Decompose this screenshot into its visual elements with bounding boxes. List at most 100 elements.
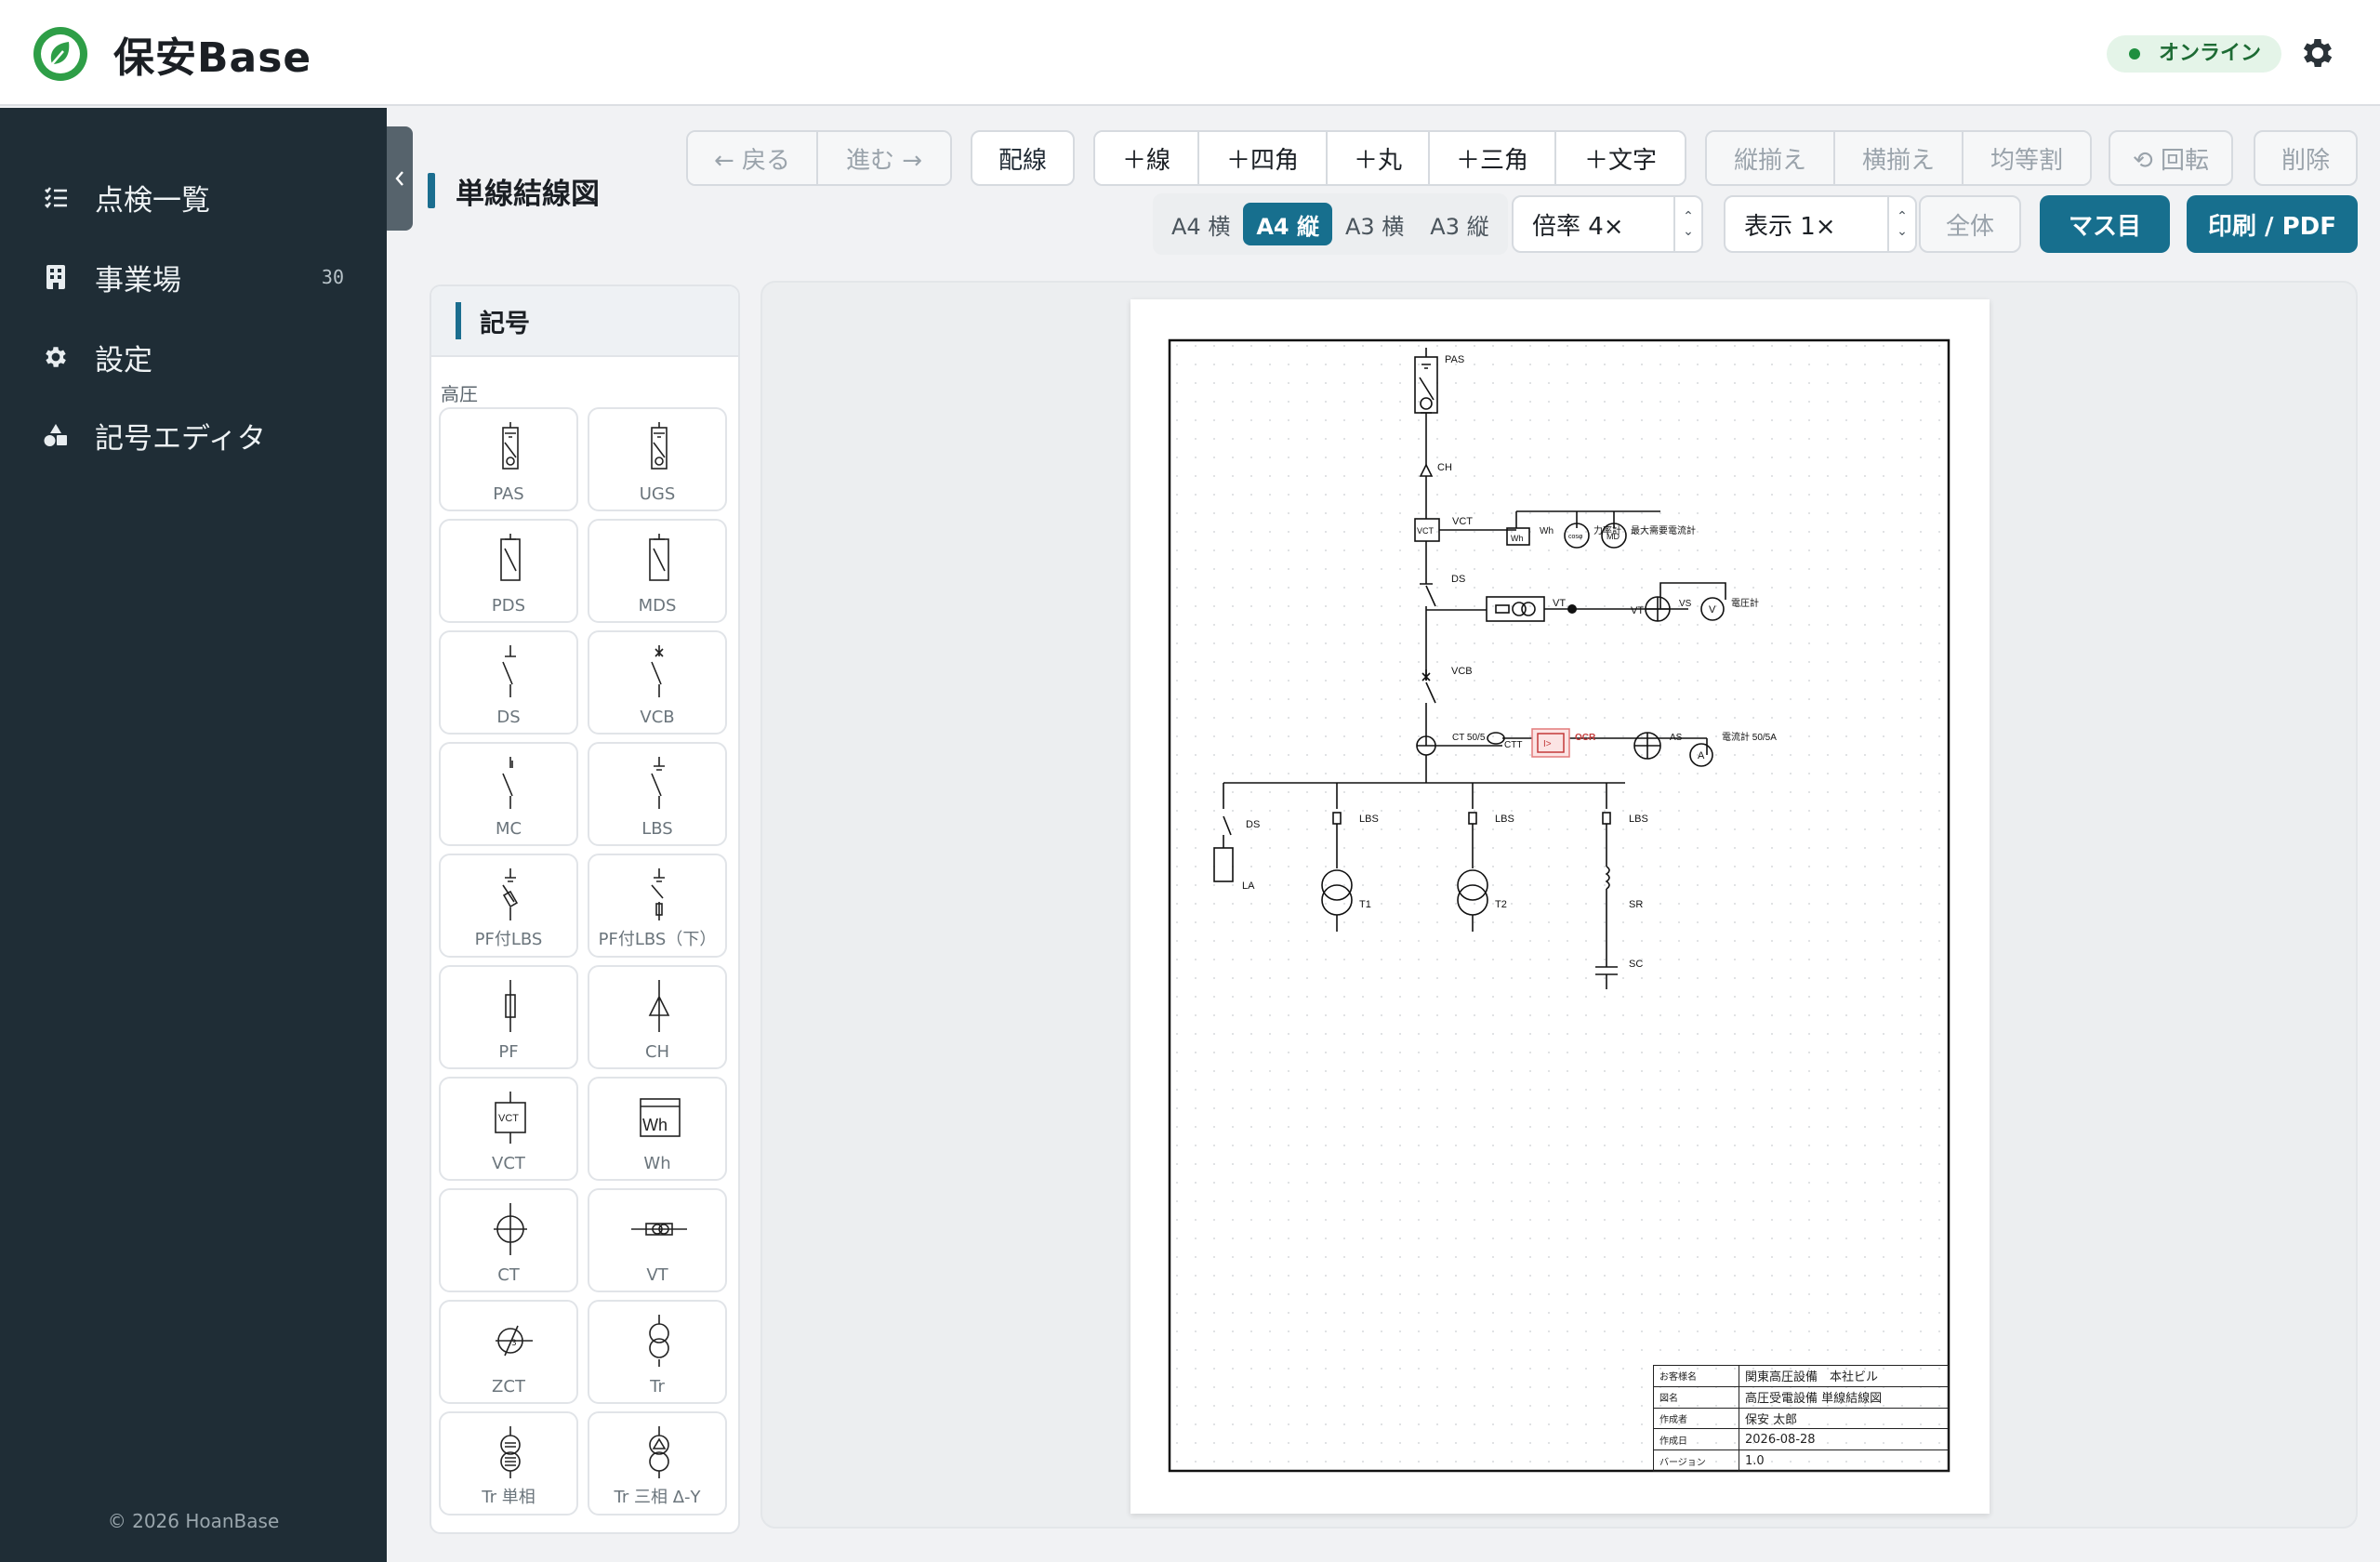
symbol-card[interactable]: CH — [588, 965, 727, 1069]
symbol-label: MC — [495, 819, 522, 839]
grid-toggle-button[interactable]: マス目 — [2040, 195, 2170, 253]
title-block-key: 作成者 — [1653, 1407, 1739, 1430]
settings-gear-icon[interactable] — [2298, 33, 2337, 73]
label-as: AS — [1670, 733, 1683, 743]
paper-option-a3-portrait[interactable]: A3 縦 — [1417, 203, 1501, 245]
add-triangle-button[interactable]: ＋三角 — [1430, 132, 1556, 184]
top-bar: 保安Base オンライン — [0, 0, 2380, 106]
sites-count-badge: 30 — [321, 266, 344, 288]
label-vct: VCT — [1452, 516, 1473, 527]
display-stepper[interactable]: 表示 1× ⌃ ⌄ — [1724, 195, 1917, 253]
sidebar-item-symbol-editor[interactable]: 記号エディタ — [0, 402, 387, 469]
symbol-card[interactable]: LBS — [588, 742, 727, 846]
paper-option-a3-landscape[interactable]: A3 横 — [1332, 203, 1417, 245]
symbol-card[interactable]: DS — [439, 630, 578, 735]
symbol-card[interactable]: Tr 三相 Δ-Y — [588, 1411, 727, 1516]
symbol-card[interactable]: Tr 単相 — [439, 1411, 578, 1516]
symbol-glyph-icon — [651, 868, 665, 920]
history-group: ← 戻る 進む → — [686, 130, 952, 186]
scale-stepper[interactable]: 倍率 4× ⌃ ⌄ — [1512, 195, 1703, 253]
forward-button[interactable]: 進む → — [818, 132, 950, 184]
symbol-card[interactable]: Wh Wh — [588, 1077, 727, 1181]
symbol-label: Wh — [643, 1154, 671, 1173]
sidebar-item-sites[interactable]: 事業場 30 — [0, 244, 387, 311]
sidebar-collapse-button[interactable] — [387, 126, 413, 231]
stepper-arrows-icon[interactable]: ⌃ ⌄ — [1673, 197, 1701, 251]
symbol-card[interactable]: MDS — [588, 519, 727, 623]
title-block-value: 保安 太郎 — [1739, 1407, 1949, 1430]
label-ctt: CTT — [1504, 740, 1522, 750]
table-row: 図名 高圧受電設備 単線結線図 — [1653, 1385, 1949, 1409]
add-circle-button[interactable]: ＋丸 — [1328, 132, 1430, 184]
svg-text:VCT: VCT — [498, 1113, 519, 1124]
symbol-card[interactable]: VT — [588, 1188, 727, 1292]
symbol-label: CH — [644, 1042, 670, 1062]
label-ch: CH — [1437, 462, 1452, 473]
back-button[interactable]: ← 戻る — [688, 132, 818, 184]
symbol-glyph-icon: 3 — [496, 1325, 533, 1357]
align-horizontal-button[interactable]: 横揃え — [1835, 132, 1964, 184]
print-pdf-button[interactable]: 印刷 / PDF — [2187, 195, 2358, 253]
symbol-glyph-icon — [500, 534, 521, 581]
delete-button[interactable]: 削除 — [2254, 130, 2358, 186]
symbol-panel-title: 記号 — [480, 309, 530, 338]
gear-icon — [41, 342, 71, 372]
sidebar-item-settings[interactable]: 設定 — [0, 324, 387, 390]
title-block-value: 高圧受電設備 単線結線図 — [1739, 1385, 1949, 1409]
symbol-card[interactable]: MC — [439, 742, 578, 846]
sidebar-item-inspections[interactable]: 点検一覧 — [0, 164, 387, 231]
symbol-label: PF付LBS（下） — [598, 930, 717, 949]
label-voltmeter: 電圧計 — [1731, 597, 1759, 609]
symbol-label: Tr 単相 — [482, 1488, 536, 1507]
symbol-glyph-icon — [648, 980, 670, 1032]
brand[interactable]: 保安Base — [33, 24, 311, 84]
symbol-label: PDS — [491, 596, 526, 616]
rotate-button[interactable]: ⟲ 回転 — [2109, 130, 2233, 186]
label-t2: T2 — [1495, 899, 1507, 910]
symbol-label: UGS — [639, 484, 676, 504]
title-block-value: 1.0 — [1739, 1449, 1949, 1472]
symbol-panel: 記号 高圧 PAS UGS PDS MDS DS VCB MC LBS PF付LBS PF付LBS… — [430, 285, 740, 1534]
page-title: 単線結線図 — [456, 177, 600, 211]
label-ocr-box: I> — [1543, 739, 1552, 749]
symbol-card[interactable]: VCT VCT — [439, 1077, 578, 1181]
paper-size-selector: A4 横 A4 縦 A3 横 A3 縦 — [1153, 193, 1508, 255]
symbol-label: LBS — [641, 819, 673, 839]
add-rect-button[interactable]: ＋四角 — [1199, 132, 1328, 184]
symbol-glyph-icon — [494, 1203, 527, 1255]
title-block-key: お客様名 — [1653, 1365, 1739, 1387]
drawing-paper[interactable]: PAS CH VCT VCT Wh Wh cosφ 力率計 MD 最大需要電流計… — [1130, 299, 1990, 1514]
distribute-button[interactable]: 均等割 — [1964, 132, 2090, 184]
symbol-card[interactable]: PAS — [439, 407, 578, 511]
symbol-label: CT — [497, 1265, 520, 1285]
symbol-card[interactable]: PF付LBS（下） — [588, 854, 727, 958]
paper-option-a4-portrait[interactable]: A4 縦 — [1243, 203, 1332, 245]
symbol-card[interactable]: CT — [439, 1188, 578, 1292]
add-line-button[interactable]: ＋線 — [1095, 132, 1199, 184]
symbol-card[interactable]: Tr — [588, 1300, 727, 1404]
fit-all-button[interactable]: 全体 — [1919, 195, 2021, 253]
title-accent-bar — [428, 173, 435, 208]
symbol-card[interactable]: VCB — [588, 630, 727, 735]
symbol-glyph-icon — [651, 757, 665, 809]
symbol-card[interactable]: PDS — [439, 519, 578, 623]
label-la: LA — [1242, 880, 1255, 892]
svg-text:Wh: Wh — [642, 1116, 668, 1134]
label-wh: Wh — [1540, 526, 1554, 536]
symbol-card[interactable]: PF付LBS — [439, 854, 578, 958]
symbol-card[interactable]: UGS — [588, 407, 727, 511]
wiring-button[interactable]: 配線 — [971, 130, 1075, 186]
add-text-button[interactable]: ＋文字 — [1556, 132, 1685, 184]
stepper-arrows-icon[interactable]: ⌃ ⌄ — [1887, 197, 1915, 251]
sidebar-item-label: 設定 — [95, 343, 152, 377]
single-line-diagram[interactable]: PAS CH VCT VCT Wh Wh cosφ 力率計 MD 最大需要電流計… — [1130, 299, 1990, 1514]
status-dot-icon — [2129, 48, 2140, 60]
symbol-card[interactable]: PF — [439, 965, 578, 1069]
paper-option-a4-landscape[interactable]: A4 横 — [1158, 203, 1243, 245]
symbol-glyph-icon: Wh — [640, 1098, 681, 1137]
table-row: バージョン 1.0 — [1653, 1449, 1949, 1472]
label-ds2: DS — [1246, 819, 1260, 830]
align-vertical-button[interactable]: 縦揃え — [1707, 132, 1835, 184]
symbol-label: VT — [646, 1265, 668, 1285]
symbol-card[interactable]: 3 ZCT — [439, 1300, 578, 1404]
